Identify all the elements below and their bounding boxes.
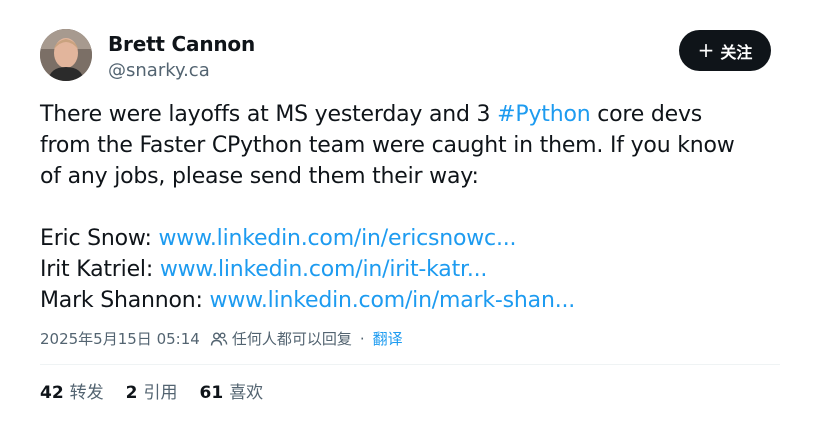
author-handle[interactable]: @snarky.ca bbox=[108, 60, 210, 81]
contact-line: Mark Shannon: www.linkedin.com/in/mark-s… bbox=[40, 285, 800, 316]
contact-name: Mark Shannon: bbox=[40, 288, 210, 313]
people-icon bbox=[210, 331, 228, 347]
post-text-segment: core devs bbox=[590, 102, 703, 127]
paragraph-break bbox=[40, 192, 800, 223]
quotes-stat[interactable]: 2 引用 bbox=[126, 378, 178, 403]
contact-name: Irit Katriel: bbox=[40, 257, 160, 282]
reply-setting: 任何人都可以回复 bbox=[231, 330, 352, 348]
quotes-label: 引用 bbox=[143, 383, 178, 403]
follow-button-label: 关注 bbox=[720, 42, 753, 62]
reposts-count: 42 bbox=[40, 383, 64, 403]
profile-link[interactable]: www.linkedin.com/in/ericsnowc... bbox=[159, 226, 517, 251]
translate-link[interactable]: 翻译 bbox=[373, 328, 403, 349]
likes-label: 喜欢 bbox=[229, 383, 264, 403]
profile-link[interactable]: www.linkedin.com/in/mark-shan... bbox=[210, 288, 576, 313]
author-name[interactable]: Brett Cannon bbox=[108, 32, 255, 56]
post-meta: 2025年5月15日 05:14 任何人都可以回复 · 翻译 bbox=[40, 328, 403, 349]
post-card: Brett Cannon @snarky.ca + 关注 There were … bbox=[0, 0, 820, 430]
post-line: from the Faster CPython team were caught… bbox=[40, 133, 735, 158]
post-text-segment: There were layoffs at MS yesterday and 3 bbox=[40, 102, 498, 127]
post-line: There were layoffs at MS yesterday and 3… bbox=[40, 99, 800, 130]
post-line: of any jobs, please send them their way: bbox=[40, 164, 479, 189]
divider bbox=[40, 364, 780, 365]
contact-name: Eric Snow: bbox=[40, 226, 159, 251]
plus-icon: + bbox=[697, 37, 715, 62]
likes-count: 61 bbox=[199, 383, 224, 403]
contact-line: Irit Katriel: www.linkedin.com/in/irit-k… bbox=[40, 254, 800, 285]
reposts-label: 转发 bbox=[69, 383, 104, 403]
post-stats: 42 转发 2 引用 61 喜欢 bbox=[40, 378, 263, 403]
follow-button[interactable]: + 关注 bbox=[679, 30, 771, 71]
avatar[interactable] bbox=[40, 29, 92, 81]
contact-line: Eric Snow: www.linkedin.com/in/ericsnowc… bbox=[40, 223, 800, 254]
post-text: There were layoffs at MS yesterday and 3… bbox=[40, 99, 800, 316]
reposts-stat[interactable]: 42 转发 bbox=[40, 378, 104, 403]
avatar-photo bbox=[40, 29, 92, 81]
post-timestamp[interactable]: 2025年5月15日 05:14 bbox=[40, 328, 200, 349]
hashtag-link[interactable]: #Python bbox=[497, 102, 590, 127]
profile-link[interactable]: www.linkedin.com/in/irit-katr... bbox=[160, 257, 488, 282]
likes-stat[interactable]: 61 喜欢 bbox=[200, 378, 264, 403]
separator-dot: · bbox=[359, 329, 365, 348]
quotes-count: 2 bbox=[125, 383, 138, 403]
